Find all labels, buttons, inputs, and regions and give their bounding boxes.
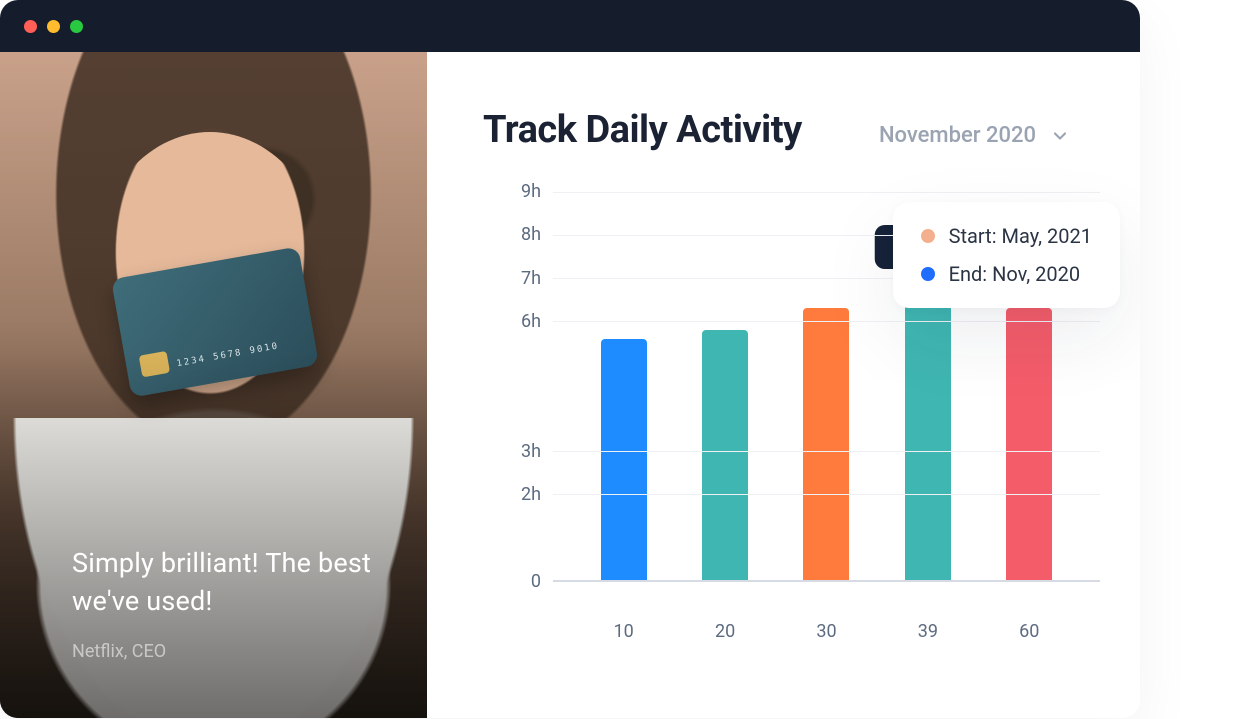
grid-line	[553, 451, 1100, 452]
legend-end-row: End: Nov, 2020	[921, 262, 1092, 286]
maximize-window-dot[interactable]	[70, 20, 83, 33]
legend-start-label: Start: May, 2021	[949, 224, 1092, 248]
grid-line	[553, 321, 1100, 322]
chart-x-axis: 10 20 30 39 60	[553, 621, 1100, 642]
window-titlebar	[0, 0, 1140, 52]
panel-header: Track Daily Activity November 2020	[483, 108, 1100, 152]
y-tick: 9h	[521, 181, 541, 202]
testimonial-text-block: Simply brilliant! The best we've used! N…	[72, 545, 387, 662]
x-tick: 39	[905, 621, 951, 642]
chart-bar[interactable]	[1006, 308, 1052, 580]
activity-panel: Track Daily Activity November 2020 Start…	[427, 52, 1140, 718]
grid-line	[553, 494, 1100, 495]
minimize-window-dot[interactable]	[47, 20, 60, 33]
chart-bar[interactable]: 6 Hours	[905, 283, 951, 580]
y-tick: 8h	[521, 224, 541, 245]
y-tick: 3h	[521, 441, 541, 462]
x-tick: 60	[1006, 621, 1052, 642]
testimonial-quote: Simply brilliant! The best we've used!	[72, 545, 387, 621]
x-tick: 10	[601, 621, 647, 642]
x-tick: 20	[702, 621, 748, 642]
legend-start-dot	[921, 229, 935, 243]
y-tick: 6h	[521, 311, 541, 332]
testimonial-card: 1234 5678 9010 Simply brilliant! The bes…	[0, 52, 427, 718]
legend-start-row: Start: May, 2021	[921, 224, 1092, 248]
app-window: 1234 5678 9010 Simply brilliant! The bes…	[0, 0, 1140, 718]
chart-bar[interactable]	[702, 330, 748, 580]
x-tick: 30	[803, 621, 849, 642]
chart-legend: Start: May, 2021 End: Nov, 2020	[893, 202, 1120, 308]
y-tick: 2h	[521, 484, 541, 505]
close-window-dot[interactable]	[24, 20, 37, 33]
y-tick: 0	[531, 571, 541, 592]
panel-title: Track Daily Activity	[483, 108, 802, 152]
legend-end-label: End: Nov, 2020	[949, 262, 1081, 286]
month-picker-label: November 2020	[879, 123, 1036, 148]
window-content: 1234 5678 9010 Simply brilliant! The bes…	[0, 52, 1140, 718]
chart-bar[interactable]	[601, 339, 647, 580]
testimonial-attribution: Netflix, CEO	[72, 641, 387, 662]
chevron-down-icon	[1050, 126, 1070, 146]
chart-bar[interactable]	[803, 308, 849, 580]
month-picker[interactable]: November 2020	[879, 123, 1070, 148]
chart-y-axis: 9h8h7h6h3h2h0	[483, 192, 541, 582]
grid-line	[553, 192, 1100, 193]
y-tick: 7h	[521, 268, 541, 289]
legend-end-dot	[921, 267, 935, 281]
